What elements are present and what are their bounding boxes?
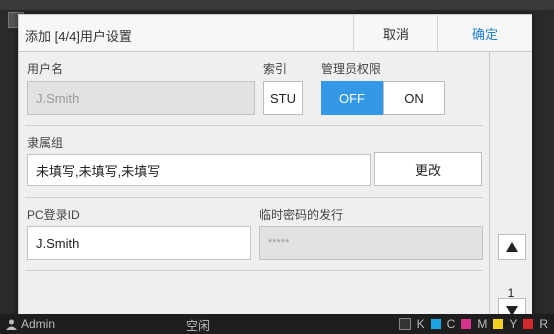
status-bar: Admin 空闲 K C M Y R	[0, 314, 554, 334]
group-field: 未填写,未填写,未填写	[27, 154, 371, 186]
toner-y-icon	[493, 319, 504, 329]
dialog-titlebar: 添加 [4/4]用户设置 取消 确定	[19, 15, 532, 52]
user-settings-dialog: 添加 [4/4]用户设置 取消 确定 用户名 J.Smith 索引 STU 管理…	[18, 14, 532, 324]
index-button[interactable]: STU	[263, 81, 303, 115]
index-label: 索引	[263, 62, 288, 76]
status-state: 空闲	[186, 319, 211, 333]
divider	[25, 197, 483, 198]
background-header	[0, 0, 554, 10]
admin-permission-label: 管理员权限	[321, 62, 382, 76]
toner-r-label: R	[539, 317, 548, 331]
toner-y-label: Y	[509, 317, 518, 331]
toner-m-icon	[461, 319, 472, 329]
cancel-button[interactable]: 取消	[353, 15, 438, 51]
triangle-up-icon	[506, 242, 518, 252]
group-label: 隶属组	[27, 136, 64, 150]
temp-password-label: 临时密码的发行	[259, 208, 344, 222]
admin-on-button[interactable]: ON	[383, 81, 445, 115]
dialog-title: 添加 [4/4]用户设置	[25, 29, 132, 44]
scroll-up-button[interactable]	[498, 234, 526, 260]
form-content: 用户名 J.Smith 索引 STU 管理员权限 OFF ON 隶属组 未填写,…	[19, 52, 485, 302]
username-label: 用户名	[27, 62, 64, 76]
divider	[25, 270, 483, 271]
toner-status: K C M Y R	[398, 317, 548, 331]
toner-r-icon	[523, 319, 534, 329]
status-user-name: Admin	[21, 317, 56, 331]
toner-k-label: K	[416, 317, 425, 331]
status-user: Admin	[6, 317, 55, 331]
ok-button[interactable]: 确定	[437, 15, 532, 51]
username-field: J.Smith	[27, 81, 255, 115]
toner-c-icon	[430, 319, 441, 329]
scroll-panel: 1 2	[489, 52, 532, 324]
toner-k-icon	[398, 318, 411, 330]
toner-c-label: C	[446, 317, 456, 331]
temp-password-field: *****	[259, 226, 483, 260]
divider	[25, 125, 483, 126]
pc-login-id-field[interactable]: J.Smith	[27, 226, 251, 260]
change-group-button[interactable]: 更改	[374, 152, 482, 186]
user-icon	[6, 319, 17, 330]
admin-off-button[interactable]: OFF	[321, 81, 383, 115]
pc-login-id-label: PC登录ID	[27, 208, 80, 222]
toner-m-label: M	[477, 317, 488, 331]
